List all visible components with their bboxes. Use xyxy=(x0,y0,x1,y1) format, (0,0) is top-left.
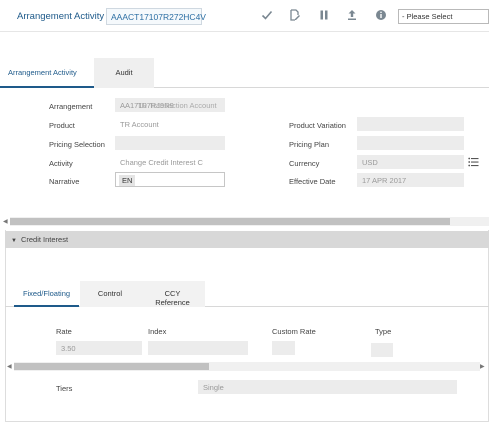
credit-interest-tabs: Fixed/Floating Control CCY Reference xyxy=(5,281,489,307)
currency-label: Currency xyxy=(289,159,320,168)
pricing-plan-label: Pricing Plan xyxy=(289,140,330,149)
horizontal-scrollbar[interactable]: ◀ xyxy=(0,217,489,226)
credit-interest-title: Credit Interest xyxy=(20,235,69,244)
checkmark-icon[interactable] xyxy=(261,9,273,24)
upload-icon[interactable] xyxy=(347,9,357,24)
scrollbar-thumb[interactable] xyxy=(10,218,450,225)
arrangement-label: Arrangement xyxy=(49,102,93,111)
arrangement-field[interactable]: AA17107RJ9R9 TR Transaction Account xyxy=(115,98,225,112)
product-variation-label: Product Variation xyxy=(289,121,346,130)
tab-audit[interactable]: Audit xyxy=(94,58,154,88)
pricing-selection-field[interactable] xyxy=(115,136,225,150)
tab-fixed-floating[interactable]: Fixed/Floating xyxy=(14,281,79,307)
page-title: Arrangement Activity xyxy=(17,11,105,22)
tab-arrangement-activity[interactable]: Arrangement Activity xyxy=(0,58,94,88)
custom-rate-field[interactable] xyxy=(272,341,295,355)
scroll-left-icon[interactable]: ◀ xyxy=(3,218,8,225)
scroll-right-icon[interactable]: ▶ xyxy=(480,363,485,370)
tiers-field[interactable]: Single xyxy=(198,380,457,394)
product-field: TR Account xyxy=(120,120,159,129)
column-header-custom-rate: Custom Rate xyxy=(272,327,316,336)
list-icon[interactable] xyxy=(468,157,479,169)
type-field[interactable] xyxy=(371,343,393,357)
pause-icon[interactable] xyxy=(319,9,329,24)
effective-date-label: Effective Date xyxy=(289,177,336,186)
edit-document-icon[interactable] xyxy=(289,9,301,24)
header-bar: Arrangement Activity AAACT17107R272HC4V … xyxy=(0,0,489,32)
pricing-selection-label: Pricing Selection xyxy=(49,140,105,149)
column-header-index: Index xyxy=(148,327,167,336)
activity-field: Change Credit Interest C xyxy=(120,158,203,167)
tab-ccy-reference[interactable]: CCY Reference xyxy=(140,281,205,307)
currency-field[interactable]: USD xyxy=(357,155,464,169)
main-tabs: Arrangement Activity Audit xyxy=(0,58,489,88)
effective-date-field[interactable]: 17 APR 2017 xyxy=(357,173,464,187)
action-select[interactable]: - Please Select xyxy=(398,9,489,24)
product-variation-field[interactable] xyxy=(357,117,464,131)
scroll-left-icon[interactable]: ◀ xyxy=(7,363,12,370)
product-label: Product xyxy=(49,121,75,130)
table-horizontal-scrollbar[interactable]: ◀ ▶ xyxy=(5,362,489,371)
index-field[interactable] xyxy=(148,341,248,355)
info-icon[interactable] xyxy=(375,9,387,24)
scrollbar-thumb[interactable] xyxy=(14,363,209,370)
reference-field[interactable]: AAACT17107R272HC4V xyxy=(106,8,206,25)
credit-interest-header[interactable]: ▼ Credit Interest xyxy=(5,231,489,248)
tiers-label: Tiers xyxy=(56,384,73,393)
caret-down-icon: ▼ xyxy=(11,238,17,244)
arrangement-overlay-text: TR Transaction Account xyxy=(137,101,217,110)
column-header-rate: Rate xyxy=(56,327,72,336)
tab-control[interactable]: Control xyxy=(80,281,140,307)
language-tag: EN xyxy=(119,175,136,186)
narrative-field[interactable]: EN xyxy=(115,172,225,187)
pricing-plan-field[interactable] xyxy=(357,136,464,150)
activity-label: Activity xyxy=(49,159,73,168)
column-header-type: Type xyxy=(375,327,392,336)
rate-field[interactable]: 3.50 xyxy=(56,341,142,355)
narrative-label: Narrative xyxy=(49,177,80,186)
